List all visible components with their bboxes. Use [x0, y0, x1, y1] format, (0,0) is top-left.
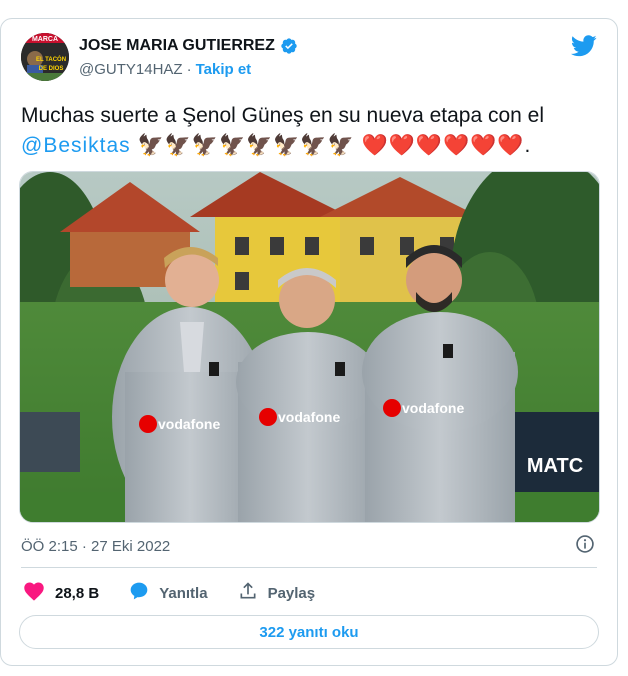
share-button[interactable]: Paylaş [238, 581, 316, 605]
verified-badge-icon [280, 37, 298, 55]
tweet-text-line: Muchas suerte a Şenol Güneş en su nueva … [21, 104, 545, 127]
separator-dot: · [186, 61, 192, 78]
avatar[interactable]: MARCA EL TACÓN DE DIOS [21, 33, 69, 81]
follow-button[interactable]: Takip et [196, 61, 252, 78]
sponsor-logo-right: vodafone [402, 400, 464, 416]
heart-emojis: ❤️❤️❤️❤️❤️❤️ [361, 134, 525, 157]
reply-button[interactable]: Yanıtla [129, 581, 208, 605]
reply-label: Yanıtla [159, 584, 208, 602]
info-icon[interactable] [575, 534, 595, 558]
eagle-emojis: 🦅🦅🦅🦅🦅🦅🦅🦅 [137, 134, 355, 157]
share-label: Paylaş [267, 584, 316, 602]
speech-bubble-icon [129, 581, 149, 605]
share-upload-icon [238, 581, 258, 605]
like-count: 28,8 B [55, 584, 100, 602]
tweet-card: MARCA EL TACÓN DE DIOS JOSE MARIA GUTIER… [0, 18, 618, 666]
tweet-timestamp[interactable]: ÖÖ 2:15 · 27 Eki 2022 [21, 538, 170, 555]
read-replies-button[interactable]: 322 yanıtı oku [19, 615, 599, 649]
heart-icon [23, 581, 45, 605]
sponsor-logo-left: vodafone [158, 416, 220, 432]
author-handle[interactable]: @GUTY14HAZ [79, 61, 183, 78]
tweet-header: MARCA EL TACÓN DE DIOS JOSE MARIA GUTIER… [21, 33, 599, 89]
twitter-logo-icon[interactable] [570, 35, 597, 62]
like-button[interactable]: 28,8 B [23, 581, 99, 605]
sponsor-logo-middle: vodafone [278, 409, 340, 425]
banner-sign-text: MATC [527, 455, 583, 477]
author-name[interactable]: JOSE MARIA GUTIERREZ [79, 37, 275, 55]
tweet-photo[interactable]: MATC vodafone vodafone vodafone [19, 171, 600, 523]
tweet-text-end: . [524, 134, 532, 157]
avatar-subtitle-text: DE DIOS [39, 66, 64, 72]
tweet-text: Muchas suerte a Şenol Güneş en su nueva … [21, 101, 601, 161]
avatar-brand-text: MARCA [32, 36, 58, 43]
avatar-title-text: EL TACÓN [36, 55, 66, 63]
tweet-actions: 28,8 B Yanıtla Paylaş [23, 579, 345, 607]
divider [21, 567, 597, 568]
mention-link[interactable]: @Besiktas [21, 134, 131, 157]
photo-illustration: MATC vodafone vodafone vodafone [20, 172, 599, 522]
